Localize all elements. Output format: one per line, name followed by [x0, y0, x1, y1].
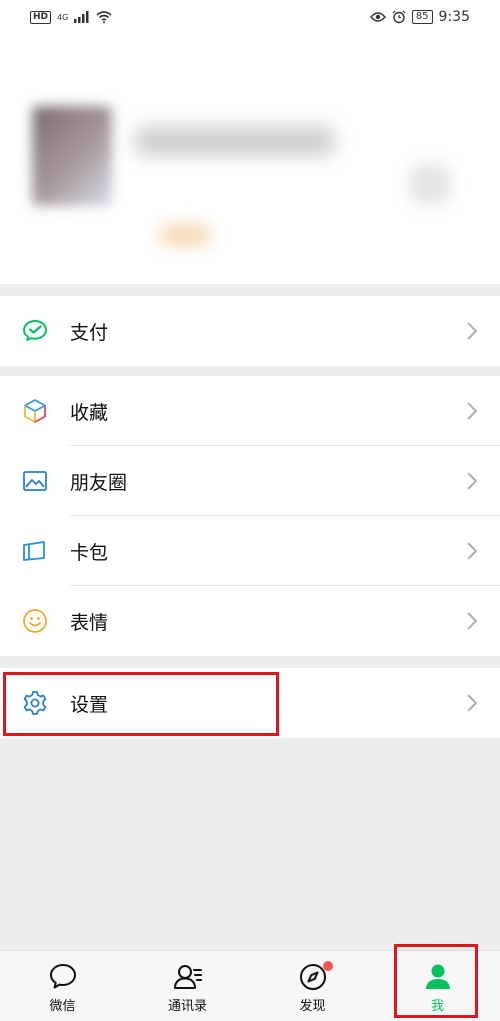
chevron-right-icon: [467, 402, 478, 420]
signal-icon: [74, 11, 89, 23]
menu-group-pay: 支付: [0, 296, 500, 366]
status-time: 9:35: [438, 9, 470, 25]
menu-item-favorites[interactable]: 收藏: [0, 376, 500, 446]
card-wallet-icon: [23, 541, 45, 561]
profile-status-blurred: [160, 224, 210, 246]
menu-label-stickers: 表情: [70, 611, 109, 634]
settings-highlight-box: [3, 672, 279, 736]
hd-badge: HD: [30, 10, 52, 24]
menu-group-main: 收藏 朋友圈 卡包 表情: [0, 376, 500, 656]
profile-name-blurred: [135, 126, 335, 156]
tab-label-contacts: 通讯录: [167, 999, 207, 1014]
status-right: 85 9:35: [369, 9, 470, 25]
chevron-right-icon: [467, 472, 478, 490]
menu-item-cards[interactable]: 卡包: [0, 516, 500, 586]
tab-contacts[interactable]: 通讯录: [125, 951, 250, 1021]
wechat-pay-icon: [23, 320, 47, 341]
status-bar: HD 4G 85 9:35: [0, 0, 500, 34]
avatar[interactable]: [32, 106, 112, 206]
tab-chats[interactable]: 微信: [0, 951, 125, 1021]
menu-label-favorites: 收藏: [70, 401, 109, 424]
menu-item-moments[interactable]: 朋友圈: [0, 446, 500, 516]
moments-picture-icon: [23, 471, 47, 491]
alarm-icon: [392, 10, 406, 24]
menu-label-pay: 支付: [70, 321, 109, 344]
network-type: 4G: [57, 12, 69, 22]
qr-code-icon[interactable]: [410, 164, 450, 204]
battery-indicator: 85: [411, 10, 433, 24]
chevron-right-icon: [467, 694, 478, 712]
chevron-right-icon: [467, 612, 478, 630]
status-left: HD 4G: [30, 10, 112, 24]
favorites-cube-icon: [24, 399, 46, 423]
wifi-icon: [96, 11, 112, 23]
chevron-right-icon: [467, 322, 478, 340]
tab-discover[interactable]: 发现: [250, 951, 375, 1021]
menu-item-pay[interactable]: 支付: [0, 296, 500, 366]
tab-label-discover: 发现: [299, 999, 326, 1014]
menu-label-moments: 朋友圈: [70, 471, 128, 494]
menu-label-cards: 卡包: [70, 541, 109, 564]
menu-item-stickers[interactable]: 表情: [0, 586, 500, 656]
tab-label-chats: 微信: [49, 999, 76, 1014]
me-tab-highlight-box: [394, 944, 478, 1018]
contacts-icon: [173, 965, 202, 989]
eye-icon: [369, 12, 386, 22]
chat-bubble-icon: [49, 964, 76, 989]
profile-header[interactable]: [0, 34, 500, 284]
notification-dot: [322, 961, 333, 971]
chevron-right-icon: [467, 542, 478, 560]
sticker-smile-icon: [23, 609, 47, 633]
